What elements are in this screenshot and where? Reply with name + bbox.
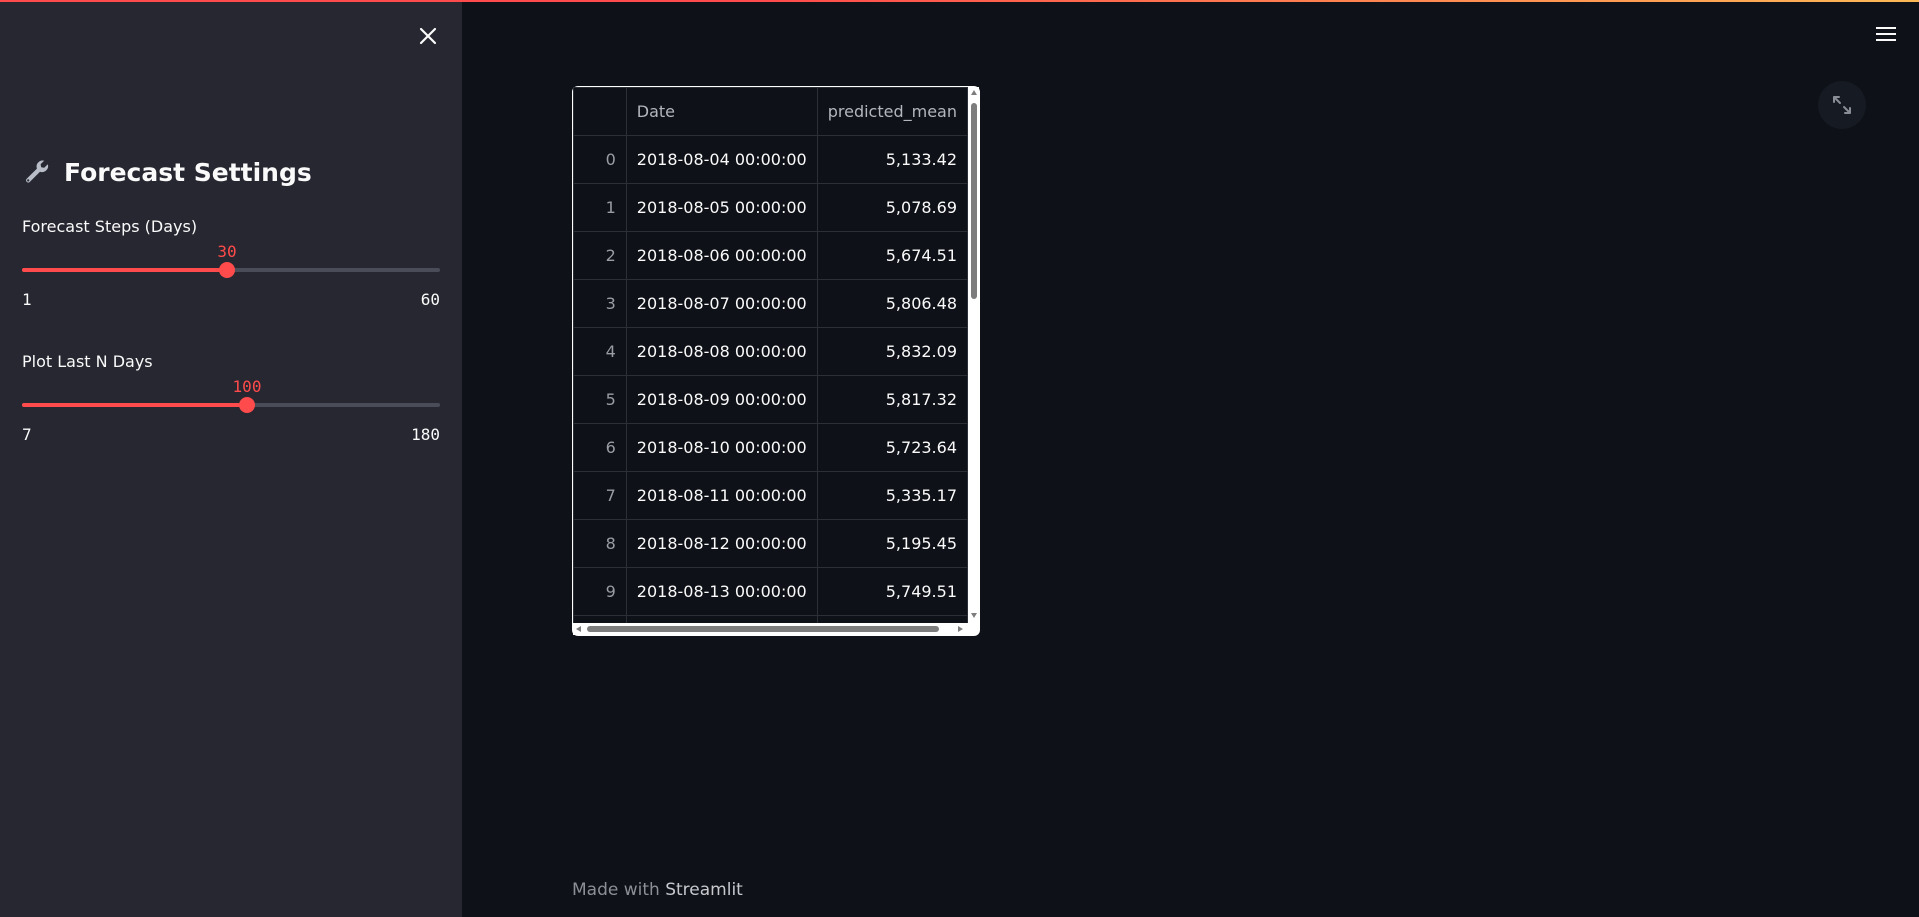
dataframe-viewport[interactable]: Date predicted_mean 0 2018-08-04 00:00:00… xyxy=(573,87,968,623)
table-row[interactable]: 5 2018-08-09 00:00:00 5,817.32 xyxy=(573,375,968,424)
streamlit-link[interactable]: Streamlit xyxy=(665,880,743,900)
forecast-table: Date predicted_mean 0 2018-08-04 00:00:00… xyxy=(573,87,968,623)
slider-min-label: 1 xyxy=(22,290,32,309)
slider-fill xyxy=(22,268,227,272)
scroll-up-icon[interactable] xyxy=(970,89,978,97)
hamburger-menu-icon xyxy=(1876,27,1896,41)
table-cell-date[interactable]: 2018-08-14 00:00:00 xyxy=(625,615,818,623)
scroll-down-icon[interactable] xyxy=(970,611,978,619)
table-row[interactable]: 0 2018-08-04 00:00:00 5,133.42 xyxy=(573,135,968,184)
table-cell-index[interactable]: 6 xyxy=(573,423,627,472)
slider-min-label: 7 xyxy=(22,425,32,444)
table-cell-index[interactable]: 7 xyxy=(573,471,627,520)
table-cell-date[interactable]: 2018-08-07 00:00:00 xyxy=(625,279,818,328)
sidebar-heading: Forecast Settings xyxy=(22,152,312,192)
column-header-predicted-mean[interactable]: predicted_mean xyxy=(816,87,968,136)
footer: Made with Streamlit xyxy=(572,880,743,900)
fullscreen-icon xyxy=(1833,96,1851,114)
main-menu-button[interactable] xyxy=(1874,22,1898,46)
table-cell-date[interactable]: 2018-08-09 00:00:00 xyxy=(625,375,818,424)
table-cell-date[interactable]: 2018-08-05 00:00:00 xyxy=(625,183,818,232)
table-cell-index[interactable]: 8 xyxy=(573,519,627,568)
horizontal-scrollbar[interactable] xyxy=(573,623,968,635)
table-cell-value[interactable]: 5,674.51 xyxy=(816,231,968,280)
slider-max-label: 180 xyxy=(411,425,440,444)
table-row[interactable]: 9 2018-08-13 00:00:00 5,749.51 xyxy=(573,567,968,616)
slider-thumb[interactable] xyxy=(219,262,235,278)
table-cell-date[interactable]: 2018-08-04 00:00:00 xyxy=(625,135,818,184)
top-accent-bar xyxy=(0,0,1919,2)
dataframe: Date predicted_mean 0 2018-08-04 00:00:00… xyxy=(572,86,980,636)
table-cell-index[interactable]: 3 xyxy=(573,279,627,328)
table-row[interactable]: 1 2018-08-05 00:00:00 5,078.69 xyxy=(573,183,968,232)
table-cell-date[interactable]: 2018-08-08 00:00:00 xyxy=(625,327,818,376)
slider-current-value: 30 xyxy=(217,242,237,261)
table-cell-index[interactable]: 10 xyxy=(573,615,627,623)
forecast-steps-slider: Forecast Steps (Days) 30 1 60 xyxy=(22,216,440,309)
table-cell-date[interactable]: 2018-08-12 00:00:00 xyxy=(625,519,818,568)
table-cell-value[interactable]: 5,806.48 xyxy=(816,279,968,328)
table-cell-value[interactable]: 5,195.45 xyxy=(816,519,968,568)
table-cell-value[interactable] xyxy=(816,615,968,623)
table-cell-date[interactable]: 2018-08-11 00:00:00 xyxy=(625,471,818,520)
horizontal-scrollbar-thumb[interactable] xyxy=(587,626,939,632)
slider-max-label: 60 xyxy=(420,290,440,309)
table-row[interactable]: 6 2018-08-10 00:00:00 5,723.64 xyxy=(573,423,968,472)
close-icon xyxy=(419,27,437,45)
table-cell-index[interactable]: 4 xyxy=(573,327,627,376)
table-header-row: Date predicted_mean xyxy=(573,87,968,136)
column-header-date[interactable]: Date xyxy=(625,87,818,136)
table-cell-index[interactable]: 9 xyxy=(573,567,627,616)
footer-text: Made with xyxy=(572,880,660,900)
close-sidebar-button[interactable] xyxy=(414,22,442,50)
sidebar: Forecast Settings Forecast Steps (Days) … xyxy=(0,0,462,917)
table-row[interactable]: 2 2018-08-06 00:00:00 5,674.51 xyxy=(573,231,968,280)
table-cell-index[interactable]: 0 xyxy=(573,135,627,184)
table-cell-value[interactable]: 5,817.32 xyxy=(816,375,968,424)
fullscreen-button[interactable] xyxy=(1818,81,1866,129)
table-row[interactable]: 7 2018-08-11 00:00:00 5,335.17 xyxy=(573,471,968,520)
slider-current-value: 100 xyxy=(232,377,262,396)
table-cell-value[interactable]: 5,832.09 xyxy=(816,327,968,376)
table-cell-value[interactable]: 5,749.51 xyxy=(816,567,968,616)
table-cell-value[interactable]: 5,133.42 xyxy=(816,135,968,184)
table-row[interactable]: 8 2018-08-12 00:00:00 5,195.45 xyxy=(573,519,968,568)
table-cell-index[interactable]: 2 xyxy=(573,231,627,280)
table-cell-date[interactable]: 2018-08-06 00:00:00 xyxy=(625,231,818,280)
vertical-scrollbar-thumb[interactable] xyxy=(971,103,977,299)
wrench-icon xyxy=(26,160,49,183)
table-cell-date[interactable]: 2018-08-13 00:00:00 xyxy=(625,567,818,616)
slider-label: Plot Last N Days xyxy=(22,352,153,371)
table-cell-date[interactable]: 2018-08-10 00:00:00 xyxy=(625,423,818,472)
slider-track[interactable] xyxy=(22,403,440,407)
table-row[interactable]: 3 2018-08-07 00:00:00 5,806.48 xyxy=(573,279,968,328)
table-row[interactable]: 4 2018-08-08 00:00:00 5,832.09 xyxy=(573,327,968,376)
table-cell-index[interactable]: 1 xyxy=(573,183,627,232)
column-header-index[interactable] xyxy=(573,87,627,136)
slider-thumb[interactable] xyxy=(239,397,255,413)
table-row[interactable]: 102018-08-14 00:00:00 xyxy=(573,615,968,623)
plot-last-n-days-slider: Plot Last N Days 100 7 180 xyxy=(22,351,440,444)
vertical-scrollbar[interactable] xyxy=(968,87,979,623)
table-cell-index[interactable]: 5 xyxy=(573,375,627,424)
slider-label: Forecast Steps (Days) xyxy=(22,217,198,236)
table-cell-value[interactable]: 5,335.17 xyxy=(816,471,968,520)
sidebar-title-text: Forecast Settings xyxy=(64,157,312,187)
scroll-left-icon[interactable] xyxy=(575,625,583,633)
table-cell-value[interactable]: 5,723.64 xyxy=(816,423,968,472)
slider-fill xyxy=(22,403,247,407)
table-cell-value[interactable]: 5,078.69 xyxy=(816,183,968,232)
scroll-right-icon[interactable] xyxy=(956,625,964,633)
